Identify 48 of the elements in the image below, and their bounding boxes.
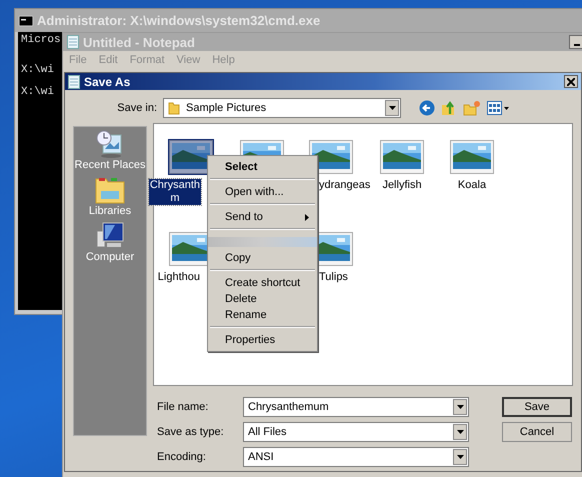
field-label: Encoding: [157, 451, 207, 463]
file-name: ydrangeas [318, 179, 372, 192]
menu-item[interactable]: Copy [208, 250, 317, 266]
notepad-icon [67, 35, 79, 49]
folder-icon [168, 101, 180, 115]
dropdown-field[interactable]: ANSI [243, 447, 469, 467]
views-icon[interactable] [487, 100, 509, 116]
notepad-icon [68, 74, 80, 88]
place-item[interactable]: Computer [86, 221, 134, 263]
menu-item[interactable]: Send to [208, 209, 317, 225]
file-item[interactable] [169, 140, 213, 174]
window-title: Administrator: X:\windows\system32\cmd.exe [37, 13, 320, 28]
field-label: Save in: [116, 102, 157, 114]
file-name: Lighthou [156, 271, 201, 284]
menu-item[interactable]: Create shortcut [208, 275, 317, 291]
dropdown-field[interactable]: All Files [243, 422, 469, 442]
console-line: X:\wi [21, 64, 54, 76]
submenu-arrow-icon [305, 214, 309, 220]
menu-item[interactable]: Select [208, 159, 317, 175]
cancel-button[interactable]: Cancel [502, 422, 572, 442]
dropdown-field[interactable]: Chrysanthemum [243, 397, 469, 417]
field-label: Save as type: [157, 426, 225, 438]
menu-item[interactable]: Open with... [208, 184, 317, 200]
menu-item[interactable]: Rename [208, 307, 317, 323]
library-folder-icon [95, 175, 125, 205]
save-button[interactable]: Save [502, 397, 572, 417]
console-line: X:\wi [21, 86, 54, 98]
minimize-button[interactable] [569, 35, 582, 49]
close-button[interactable] [564, 75, 578, 88]
menu-item[interactable]: Properties [208, 332, 317, 348]
file-item[interactable] [450, 140, 494, 174]
console-icon [19, 16, 33, 26]
back-icon[interactable] [419, 100, 435, 116]
window-title: Untitled - Notepad [83, 34, 195, 50]
file-item[interactable] [240, 140, 284, 155]
menu-item[interactable]: Delete [208, 291, 317, 307]
file-name: Tulips [318, 271, 349, 284]
dialog-title: Save As [84, 74, 130, 88]
file-item[interactable] [380, 140, 424, 174]
file-name: Jellyfish [381, 179, 423, 192]
file-name: Koala [456, 179, 488, 192]
file-name: Chrysanth m [148, 179, 201, 205]
place-item[interactable]: Recent Places [74, 129, 146, 171]
folder-dropdown[interactable]: Sample Pictures [163, 98, 401, 118]
console-line: Micros [21, 34, 61, 46]
minimize-icon [574, 44, 580, 46]
field-label: File name: [157, 401, 210, 413]
place-item[interactable]: Libraries [88, 175, 132, 217]
